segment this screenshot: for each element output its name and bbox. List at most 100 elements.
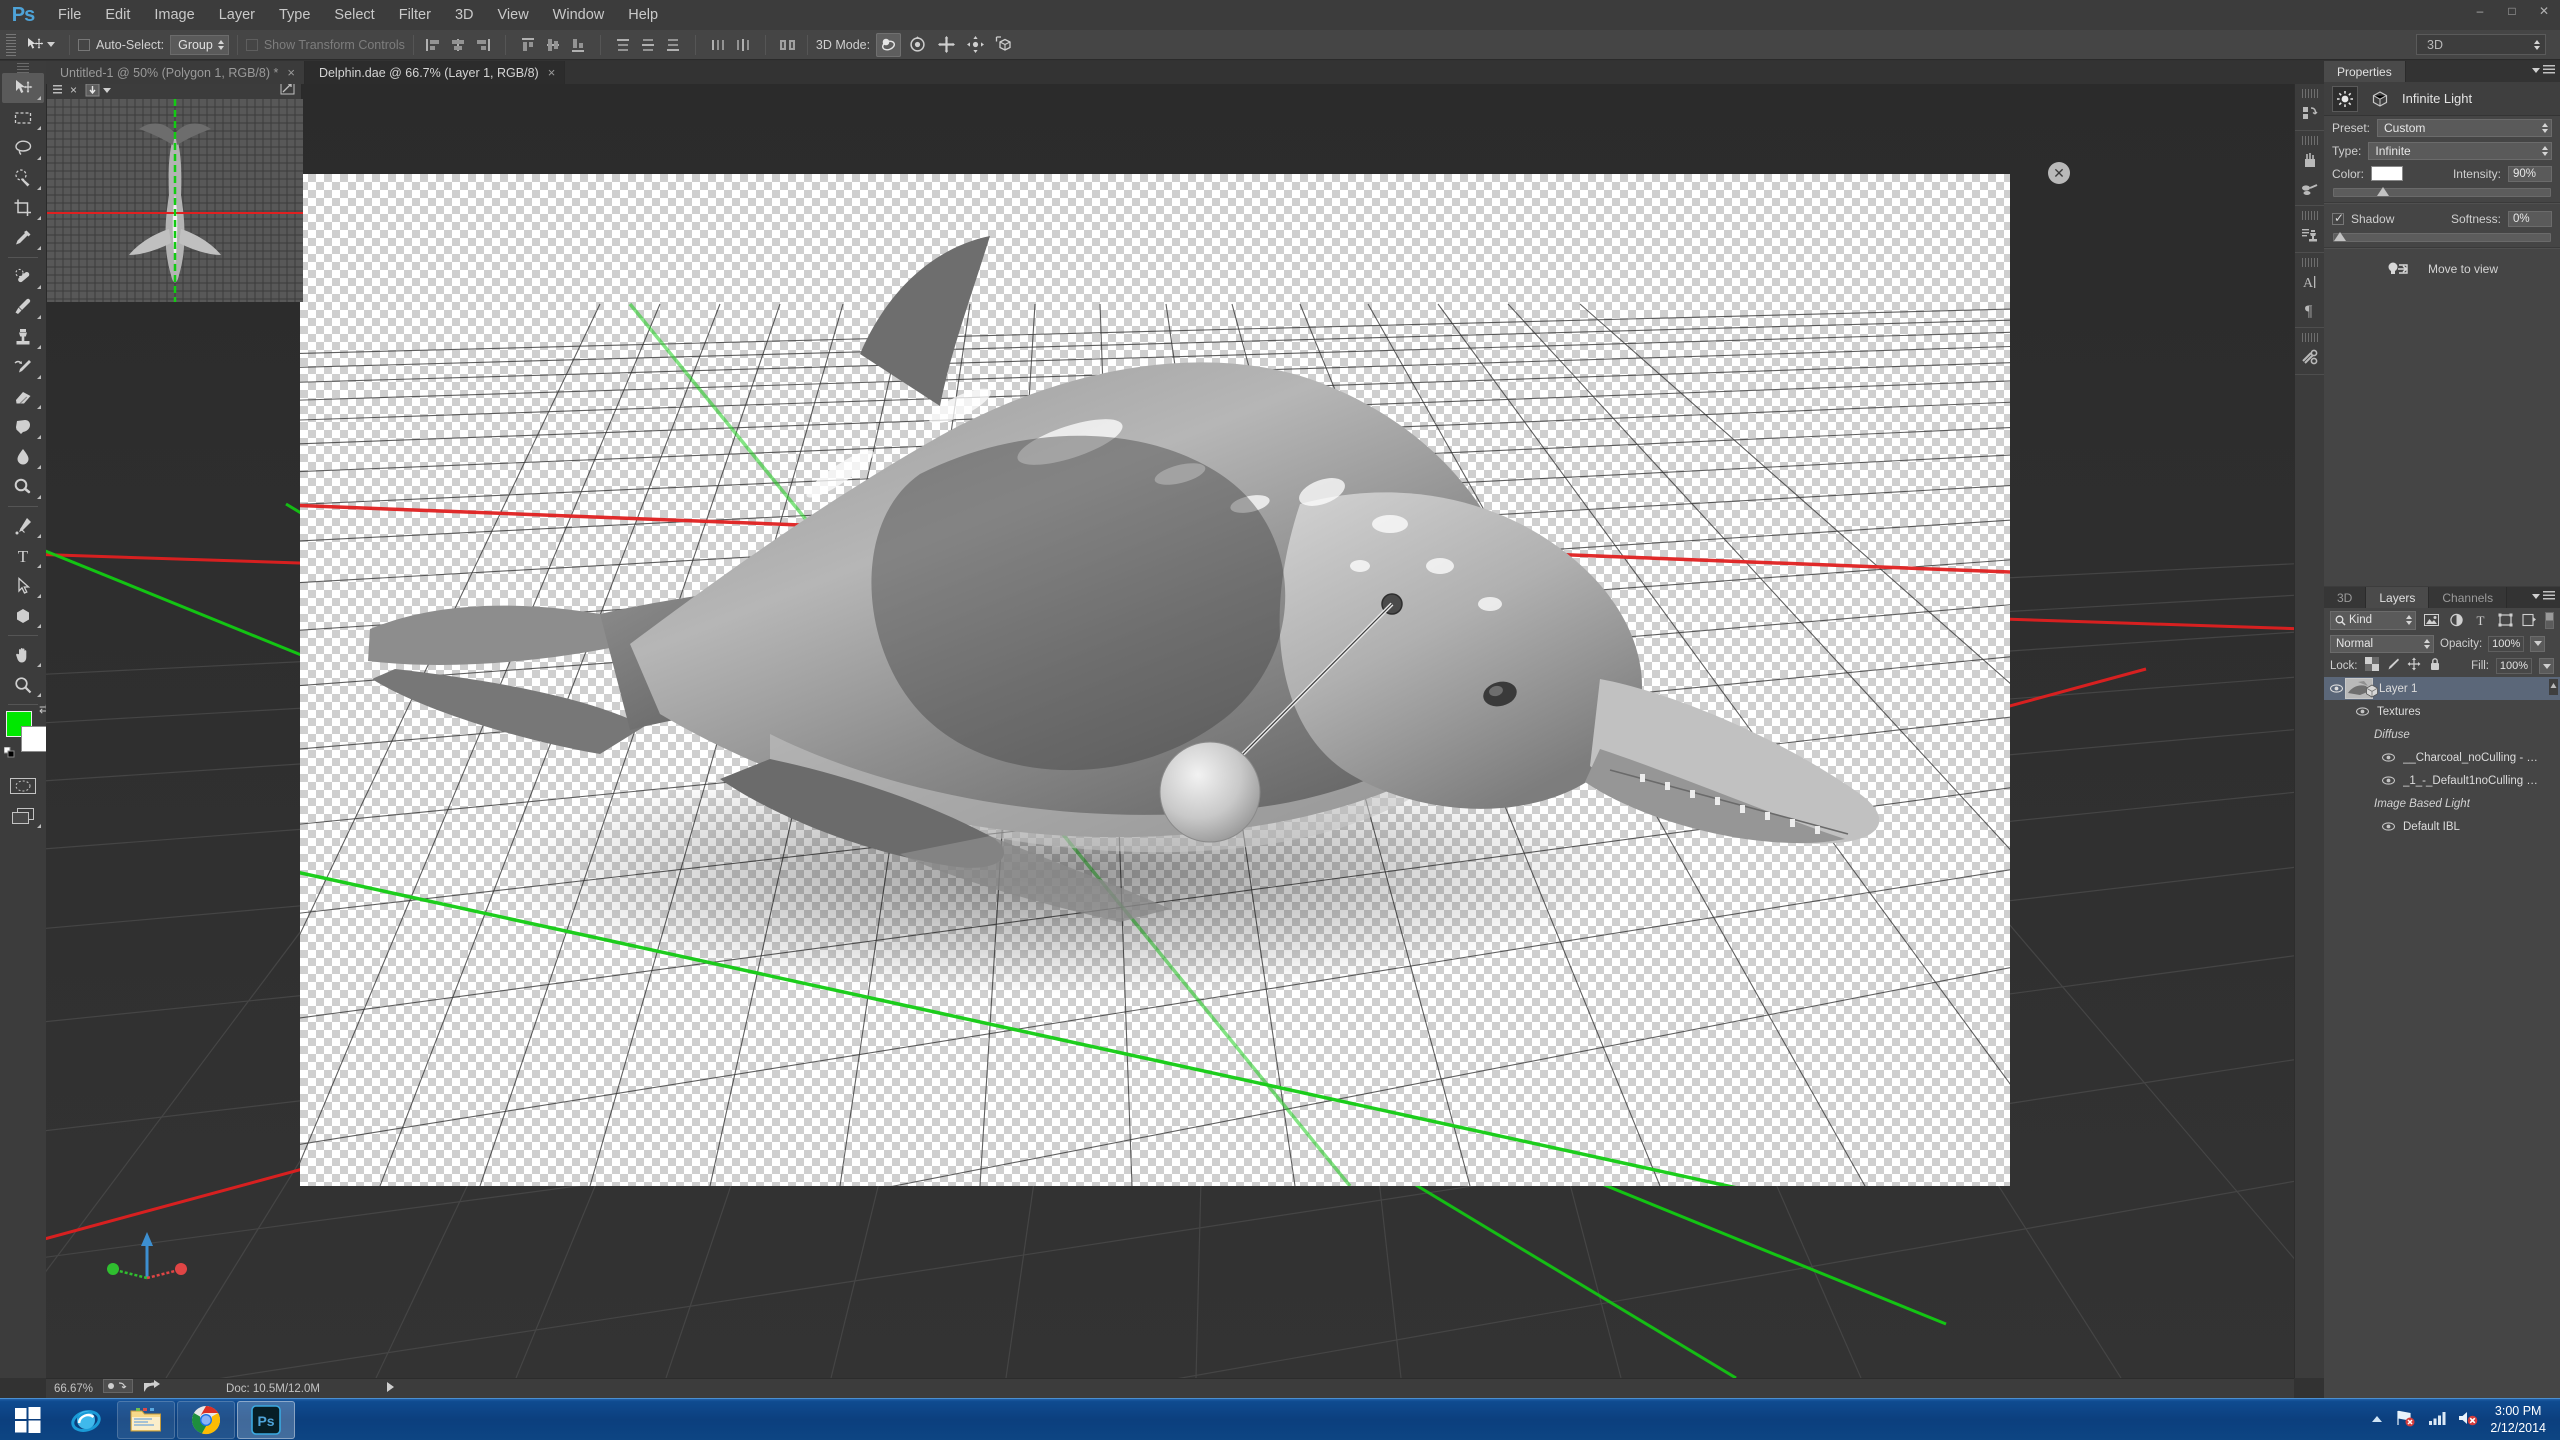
dolphin-3d-model[interactable] bbox=[300, 174, 2010, 1186]
layer-row-charcoal-noculling[interactable]: __Charcoal_noCulling - D... bbox=[2324, 746, 2560, 769]
rail-grip[interactable] bbox=[2301, 333, 2318, 342]
chevron-down-icon[interactable] bbox=[2532, 593, 2540, 599]
3d-orbit-icon[interactable] bbox=[876, 32, 902, 57]
align-vertical-centers-icon[interactable] bbox=[542, 34, 564, 56]
lock-transparent-pixels-icon[interactable] bbox=[2364, 656, 2379, 676]
document-canvas[interactable] bbox=[300, 174, 2010, 1186]
move-tool[interactable] bbox=[2, 73, 44, 103]
polygon-shape-tool[interactable] bbox=[2, 601, 44, 631]
move-to-view-row[interactable]: Move to view bbox=[2324, 252, 2560, 286]
close-button[interactable]: ✕ bbox=[2528, 0, 2560, 22]
filter-type-layers-icon[interactable]: T bbox=[2471, 611, 2490, 630]
brush-panel-icon[interactable] bbox=[2295, 174, 2325, 202]
layer-row-textures[interactable]: Textures bbox=[2324, 700, 2560, 723]
tab-properties[interactable]: Properties bbox=[2324, 61, 2406, 82]
preset-dropdown[interactable]: Custom bbox=[2377, 118, 2552, 137]
workspace-selector[interactable]: 3D bbox=[2416, 34, 2546, 55]
menu-3d[interactable]: 3D bbox=[443, 0, 486, 30]
exit-3d-view-button[interactable]: ✕ bbox=[2048, 162, 2070, 184]
opacity-field[interactable]: 100% bbox=[2488, 635, 2525, 652]
type-dropdown[interactable]: Infinite bbox=[2368, 141, 2552, 160]
spot-healing-brush-tool[interactable] bbox=[2, 262, 44, 292]
menu-edit[interactable]: Edit bbox=[93, 0, 142, 30]
panel-menu-icon[interactable] bbox=[2543, 65, 2555, 75]
minimize-button[interactable]: – bbox=[2464, 0, 2496, 22]
brush-tool[interactable] bbox=[2, 292, 44, 322]
background-color-swatch[interactable] bbox=[21, 726, 47, 752]
file-explorer-taskbar-icon[interactable] bbox=[117, 1400, 175, 1439]
distribute-vertical-centers-icon[interactable] bbox=[637, 34, 659, 56]
horizontal-type-tool[interactable]: T bbox=[2, 541, 44, 571]
blur-tool[interactable] bbox=[2, 442, 44, 472]
menu-type[interactable]: Type bbox=[267, 0, 322, 30]
gradient-tool[interactable] bbox=[2, 412, 44, 442]
options-bar-grip[interactable] bbox=[6, 33, 16, 56]
current-tool-indicator[interactable] bbox=[20, 32, 61, 58]
rail-grip[interactable] bbox=[2301, 136, 2318, 145]
brush-presets-panel-icon[interactable] bbox=[2295, 146, 2325, 174]
distribute-top-edges-icon[interactable] bbox=[612, 34, 634, 56]
maximize-button[interactable]: □ bbox=[2496, 0, 2528, 22]
align-right-edges-icon[interactable] bbox=[472, 34, 494, 56]
softness-slider[interactable] bbox=[2333, 232, 2551, 242]
eyedropper-tool[interactable] bbox=[2, 223, 44, 253]
filter-smart-objects-icon[interactable] bbox=[2521, 611, 2540, 630]
start-button[interactable] bbox=[0, 1399, 56, 1440]
align-horizontal-centers-icon[interactable] bbox=[447, 34, 469, 56]
secondary-view-swap-icon[interactable] bbox=[280, 84, 295, 100]
quick-selection-tool[interactable] bbox=[2, 163, 44, 193]
quick-mask-mode-button[interactable] bbox=[2, 771, 44, 801]
path-selection-tool[interactable] bbox=[2, 571, 44, 601]
wifi-signal-icon[interactable] bbox=[2428, 1410, 2446, 1431]
tools-panel-grip[interactable] bbox=[0, 61, 46, 73]
3d-scale-icon[interactable] bbox=[992, 33, 1017, 57]
rail-grip[interactable] bbox=[2301, 89, 2318, 98]
intensity-slider[interactable] bbox=[2333, 187, 2551, 197]
secondary-view-menu-icon[interactable] bbox=[53, 85, 62, 95]
history-brush-tool[interactable] bbox=[2, 352, 44, 382]
document-tab-untitled-1[interactable]: Untitled-1 @ 50% (Polygon 1, RGB/8) * × bbox=[46, 61, 305, 84]
rectangular-marquee-tool[interactable] bbox=[2, 103, 44, 133]
screen-mode-button[interactable] bbox=[2, 801, 44, 831]
layer-row-default-ibl[interactable]: Default IBL bbox=[2324, 815, 2560, 838]
softness-field[interactable]: 0% bbox=[2508, 210, 2552, 227]
dodge-tool[interactable] bbox=[2, 472, 44, 502]
tab-channels[interactable]: Channels bbox=[2429, 587, 2508, 608]
auto-select-group[interactable]: Auto-Select: bbox=[78, 38, 164, 52]
zoom-tool[interactable] bbox=[2, 670, 44, 700]
secondary-3d-view[interactable]: × bbox=[46, 84, 303, 302]
lock-image-pixels-icon[interactable] bbox=[2386, 657, 2400, 676]
tool-presets-panel-icon[interactable] bbox=[2295, 343, 2325, 371]
3d-roll-icon[interactable] bbox=[905, 33, 930, 57]
hand-tool[interactable] bbox=[2, 640, 44, 670]
filter-adjustment-layers-icon[interactable] bbox=[2447, 611, 2466, 630]
menu-image[interactable]: Image bbox=[142, 0, 206, 30]
document-tab-delphin-dae[interactable]: Delphin.dae @ 66.7% (Layer 1, RGB/8) × bbox=[304, 61, 566, 84]
status-3d-icon[interactable] bbox=[103, 1379, 134, 1398]
lasso-tool[interactable] bbox=[2, 133, 44, 163]
eye-icon[interactable] bbox=[2380, 821, 2397, 832]
chevron-down-icon[interactable] bbox=[103, 87, 112, 93]
tab-layers[interactable]: Layers bbox=[2366, 587, 2430, 608]
filter-shape-layers-icon[interactable] bbox=[2496, 611, 2515, 630]
properties-panel-menu[interactable] bbox=[2532, 65, 2555, 75]
layers-panel-menu[interactable] bbox=[2532, 591, 2555, 601]
shadow-checkbox[interactable] bbox=[2332, 211, 2344, 225]
distribute-horizontal-centers-icon[interactable] bbox=[732, 34, 754, 56]
google-chrome-taskbar-icon[interactable] bbox=[177, 1400, 235, 1439]
pen-tool[interactable] bbox=[2, 511, 44, 541]
status-expand-arrow-icon[interactable] bbox=[385, 1380, 395, 1398]
history-panel-icon[interactable] bbox=[2295, 99, 2325, 127]
clone-source-panel-icon[interactable] bbox=[2295, 221, 2325, 249]
layer-list-scrollbar[interactable] bbox=[2549, 679, 2558, 698]
rail-grip[interactable] bbox=[2301, 211, 2318, 220]
distribute-bottom-edges-icon[interactable] bbox=[662, 34, 684, 56]
layer-thumbnail[interactable] bbox=[2345, 678, 2378, 699]
infinite-light-icon[interactable] bbox=[2332, 85, 2358, 112]
eraser-tool[interactable] bbox=[2, 382, 44, 412]
lock-all-icon[interactable] bbox=[2428, 657, 2442, 676]
auto-align-layers-icon[interactable] bbox=[777, 34, 799, 56]
menu-view[interactable]: View bbox=[486, 0, 541, 30]
3d-scene-icon[interactable] bbox=[2368, 87, 2392, 111]
tool-preset-caret-icon[interactable] bbox=[47, 42, 55, 47]
